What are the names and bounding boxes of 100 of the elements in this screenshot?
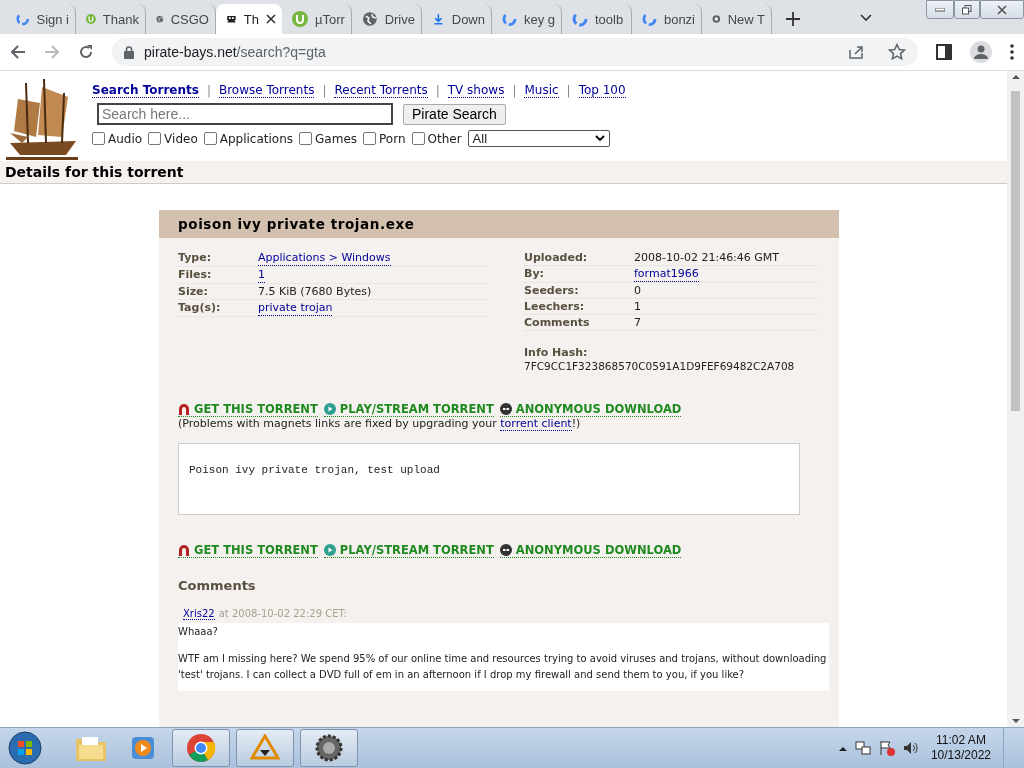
download-link[interactable]: PLAY/STREAM TORRENT	[323, 402, 494, 417]
nav-separator: |	[566, 83, 571, 98]
nav-separator: |	[435, 83, 440, 98]
search-button[interactable]: Pirate Search	[403, 103, 506, 125]
reload-icon[interactable]	[78, 44, 94, 60]
field-value: 2008-10-02 21:46:46 GMT	[634, 250, 780, 265]
checkbox[interactable]	[92, 132, 105, 145]
description-text: Poison ivy private trojan, test upload	[178, 443, 800, 515]
field-label: Seeders:	[524, 283, 580, 298]
page-heading: Details for this torrent	[0, 161, 1007, 184]
browser-tab[interactable]: Th	[216, 4, 282, 34]
clock[interactable]: 11:02 AM 10/13/2022	[930, 733, 991, 763]
play-icon	[323, 403, 336, 415]
scrollbar[interactable]	[1007, 71, 1024, 727]
field-label: Info Hash:	[524, 345, 589, 360]
field-value: 1	[634, 299, 641, 314]
nav-separator: |	[206, 83, 211, 98]
field-label: Type:	[178, 250, 213, 266]
field-link[interactable]: Applications > Windows	[258, 250, 391, 266]
field-value: 7	[634, 315, 641, 330]
back-icon[interactable]	[10, 44, 26, 60]
sidebar-icon[interactable]	[936, 44, 952, 60]
tray-arrow-icon[interactable]	[838, 745, 847, 751]
download-link[interactable]: ANONYMOUS DOWNLOAD	[499, 402, 682, 417]
nav-link[interactable]: Search Torrents	[92, 83, 199, 98]
network-icon[interactable]	[854, 740, 871, 756]
search-field[interactable]: Search here...	[97, 103, 393, 125]
utorrent-icon	[292, 11, 308, 27]
field-label: Size:	[178, 284, 209, 299]
chevron-down-icon	[594, 135, 605, 142]
share-icon[interactable]	[848, 44, 864, 60]
mask-icon	[499, 403, 512, 415]
field-value: 7.5 KiB (7680 Bytes)	[258, 284, 372, 299]
taskbar-button[interactable]	[300, 729, 358, 767]
scroll-up-icon[interactable]	[1011, 74, 1020, 79]
field-link[interactable]: 1	[258, 267, 265, 283]
menu-icon[interactable]	[1010, 44, 1014, 60]
scroll-down-icon[interactable]	[1011, 719, 1020, 724]
checkbox[interactable]	[203, 132, 217, 145]
download-link[interactable]: PLAY/STREAM TORRENT	[323, 543, 494, 558]
download-link[interactable]: ANONYMOUS DOWNLOAD	[499, 543, 682, 558]
chevron-down-icon[interactable]	[860, 14, 872, 22]
checkbox[interactable]	[299, 132, 313, 145]
nav-link[interactable]: Recent Torrents	[334, 83, 428, 98]
download-link[interactable]: GET THIS TORRENT	[178, 543, 318, 558]
nav-link[interactable]: Browse Torrents	[218, 83, 315, 98]
speaker-icon[interactable]	[902, 740, 919, 756]
checkbox-label: Audio	[108, 131, 143, 146]
field-link[interactable]: format1966	[634, 266, 699, 282]
address-url[interactable]: pirate-bays.net/search?q=gta	[144, 44, 326, 60]
close-icon[interactable]	[997, 4, 1007, 15]
profile-icon[interactable]	[970, 41, 992, 63]
magnet-icon	[178, 403, 190, 415]
download-link[interactable]: GET THIS TORRENT	[178, 402, 318, 417]
start-button[interactable]	[8, 731, 42, 765]
nav-link[interactable]: Music	[524, 83, 559, 98]
play-icon	[323, 544, 336, 556]
chrome-icon	[186, 733, 216, 763]
download-icon	[432, 11, 445, 27]
flag-icon[interactable]	[878, 740, 895, 756]
utorrent-icon	[86, 11, 96, 27]
field-label: Comments	[524, 315, 591, 330]
comments-heading: Comments	[178, 578, 257, 593]
field-label: Tag(s):	[178, 300, 222, 316]
info-hash: 7FC9CC1F323868570C0591A1D9FEF69482C2A708	[524, 360, 795, 372]
checkbox-label: Other	[427, 131, 462, 146]
field-label: Leechers:	[524, 299, 586, 314]
category-select[interactable]: All	[467, 130, 610, 147]
note-text: (Problems with magnets links are fixed by upgrading your torrent client!)	[178, 417, 582, 430]
checkbox-label: Porn	[379, 131, 406, 146]
nav-link[interactable]: TV shows	[447, 83, 505, 98]
globe-icon	[362, 11, 378, 27]
lock-icon[interactable]	[124, 45, 134, 59]
nav-separator: |	[322, 83, 327, 98]
checkbox[interactable]	[148, 132, 162, 145]
comment-text: WTF am I missing here? We spend 95% of our online time and resources trying to avoid viruses and trojans, without downloading 'test' trojans. I can collect a DVD full of em in an afternoon if I drop my firewall and send them to you, if you like?	[178, 652, 828, 682]
comment-author[interactable]: Xris22	[183, 608, 215, 620]
magnet-icon	[178, 544, 190, 556]
close-icon[interactable]	[266, 14, 276, 24]
checkbox[interactable]	[411, 132, 425, 145]
field-label: Files:	[178, 267, 213, 283]
field-value: 0	[634, 283, 641, 298]
gear-icon	[314, 733, 344, 763]
torrent-title: poison ivy private trojan.exe	[159, 210, 839, 238]
checkbox-label: Video	[164, 131, 198, 146]
restore-button[interactable]	[954, 0, 980, 19]
torrent-client-link[interactable]: torrent client	[500, 417, 572, 431]
nav-link[interactable]: Top 100	[578, 83, 626, 98]
nav-separator: |	[512, 83, 517, 98]
checkbox-label: Applications	[219, 131, 294, 146]
plus-icon[interactable]	[786, 12, 800, 26]
minimize-icon[interactable]	[935, 7, 945, 12]
comment-meta: at 2008-10-02 22:29 CET:	[218, 608, 347, 620]
checkbox-label: Games	[315, 131, 358, 146]
field-link[interactable]: private trojan	[258, 300, 333, 316]
star-icon[interactable]	[888, 43, 906, 61]
restore-icon[interactable]	[962, 4, 972, 15]
checkbox[interactable]	[363, 132, 377, 145]
field-label: By:	[524, 266, 545, 282]
triangle-logo-icon	[250, 734, 280, 762]
